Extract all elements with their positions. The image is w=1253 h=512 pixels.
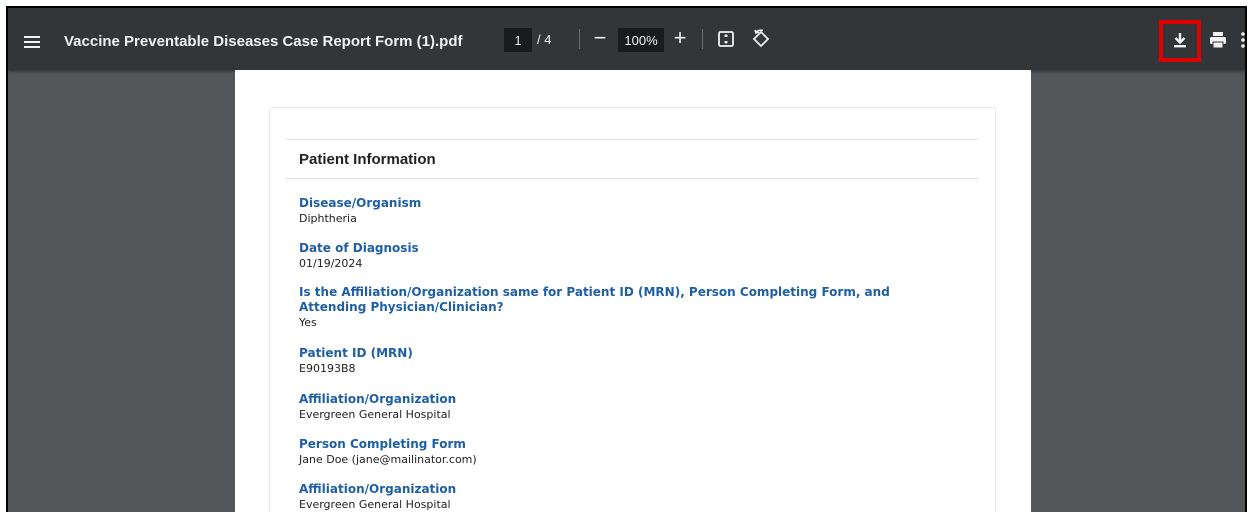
fit-page-icon[interactable]: [716, 29, 736, 49]
field-affiliation-organization-2: Affiliation/Organization Evergreen Gener…: [299, 482, 959, 512]
field-label: Person Completing Form: [299, 437, 466, 451]
field-label: Patient ID (MRN): [299, 346, 413, 360]
field-value: Yes: [299, 316, 317, 329]
field-person-completing-form: Person Completing Form Jane Doe (jane@ma…: [299, 437, 959, 468]
form-card: Patient Information Disease/Organism Dip…: [269, 107, 996, 512]
field-label: Disease/Organism: [299, 196, 422, 210]
field-value: E90193B8: [299, 362, 356, 375]
divider: [702, 29, 703, 49]
field-value: Evergreen General Hospital: [299, 498, 451, 511]
field-value: Jane Doe (jane@mailinator.com): [299, 453, 477, 466]
field-disease-organism: Disease/Organism Diphtheria: [299, 196, 959, 227]
download-highlight-box: [1159, 20, 1201, 62]
field-label: Affiliation/Organization: [299, 392, 457, 406]
page-number-input[interactable]: [504, 28, 532, 52]
viewer-toolbar: Vaccine Preventable Diseases Case Report…: [8, 8, 1245, 70]
field-label: Is the Affiliation/Organization same for…: [299, 285, 890, 314]
field-patient-id: Patient ID (MRN) E90193B8: [299, 346, 959, 377]
menu-icon[interactable]: [20, 30, 44, 54]
pdf-viewer: Vaccine Preventable Diseases Case Report…: [6, 6, 1247, 512]
field-label: Affiliation/Organization: [299, 482, 457, 496]
section-header: Patient Information: [285, 139, 979, 179]
pdf-page: Patient Information Disease/Organism Dip…: [235, 70, 1031, 512]
field-value: Evergreen General Hospital: [299, 408, 451, 421]
field-label: Date of Diagnosis: [299, 241, 419, 255]
rotate-icon[interactable]: [750, 28, 772, 50]
field-date-of-diagnosis: Date of Diagnosis 01/19/2024: [299, 241, 959, 272]
section-title: Patient Information: [299, 151, 436, 168]
field-value: Diphtheria: [299, 212, 357, 225]
field-affiliation-same: Is the Affiliation/Organization same for…: [299, 285, 959, 331]
print-icon[interactable]: [1208, 30, 1228, 50]
zoom-out-button[interactable]: −: [588, 27, 612, 51]
zoom-input[interactable]: [618, 28, 664, 52]
divider: [579, 29, 580, 49]
document-title: Vaccine Preventable Diseases Case Report…: [64, 33, 463, 50]
field-value: 01/19/2024: [299, 257, 363, 270]
field-affiliation-organization: Affiliation/Organization Evergreen Gener…: [299, 392, 959, 423]
zoom-in-button[interactable]: +: [668, 27, 692, 51]
more-vert-icon[interactable]: [1240, 30, 1246, 50]
page-count: / 4: [537, 32, 552, 47]
